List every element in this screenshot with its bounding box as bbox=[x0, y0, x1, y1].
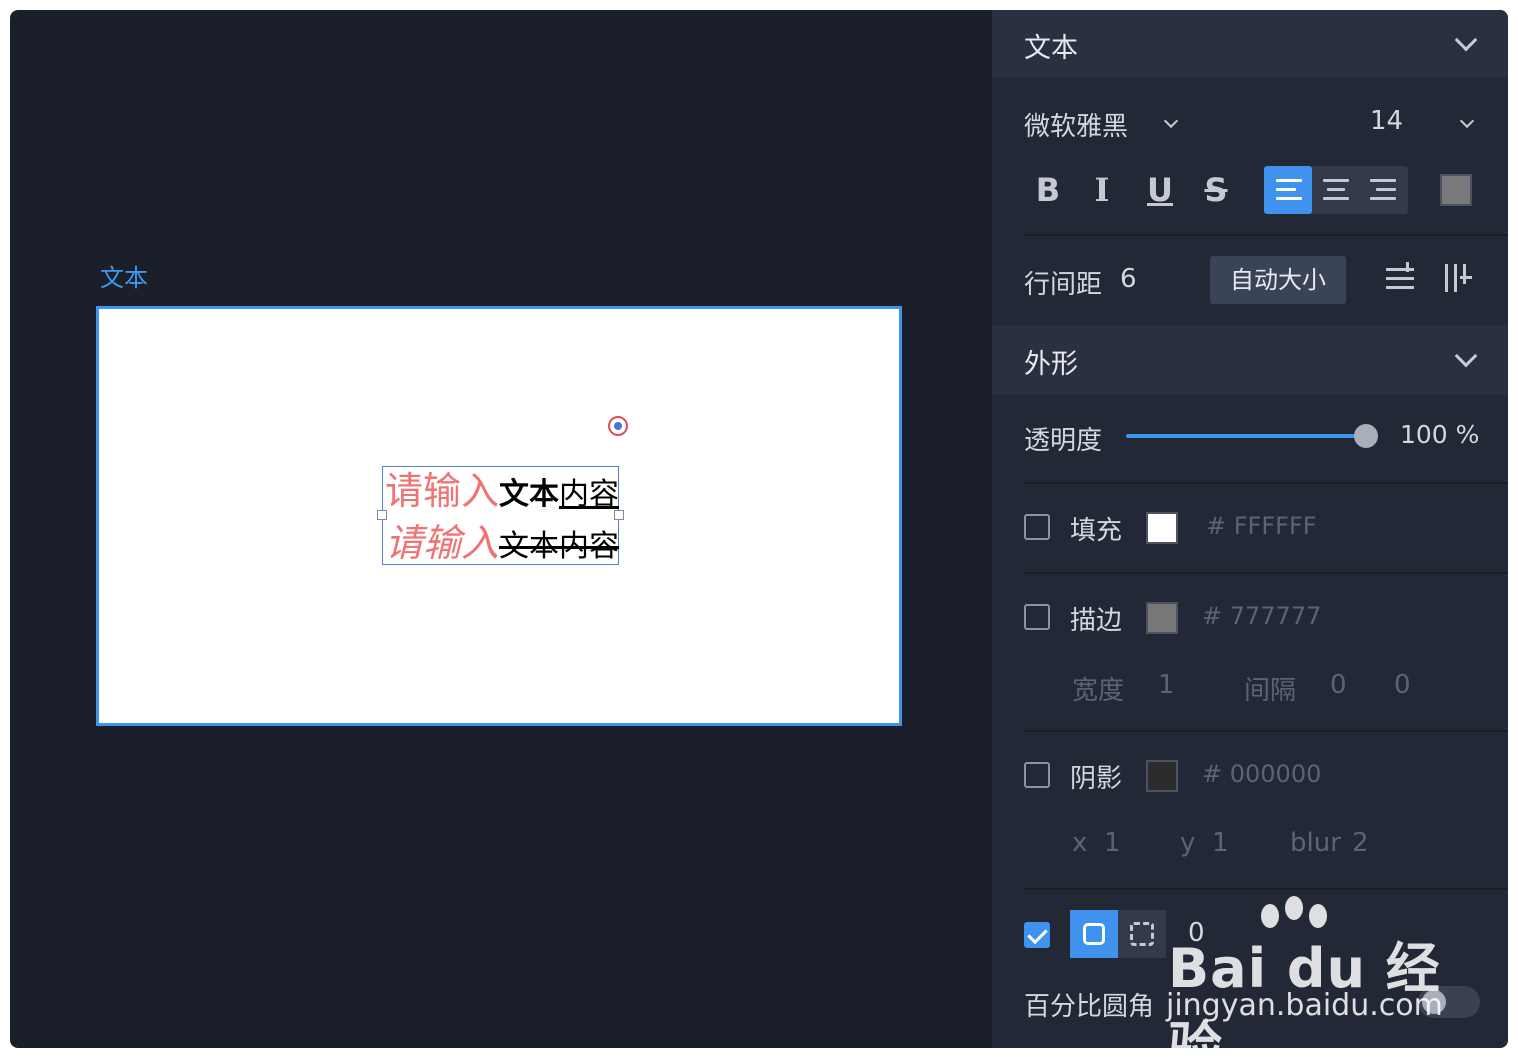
text-run-bold: 文本 bbox=[499, 477, 560, 512]
properties-panel: 文本 微软雅黑 14 B I U S 行间距 6 自动大小 外形 透明度 100… bbox=[992, 10, 1508, 1048]
stroke-hex-input[interactable]: # 777777 bbox=[1202, 602, 1321, 630]
auto-size-button[interactable]: 自动大小 bbox=[1210, 256, 1346, 304]
rotate-handle[interactable] bbox=[608, 416, 628, 436]
appearance-section-header[interactable]: 外形 bbox=[992, 326, 1508, 394]
stroke-color-swatch[interactable] bbox=[1146, 602, 1178, 634]
italic-button[interactable]: I bbox=[1082, 170, 1122, 210]
fill-label: 填充 bbox=[1070, 516, 1123, 546]
text-line-1: 请输入文本内容 bbox=[385, 469, 619, 517]
fill-hex-input[interactable]: # FFFFFF bbox=[1206, 512, 1317, 540]
chevron-down-icon[interactable] bbox=[1163, 113, 1179, 129]
divider bbox=[1024, 234, 1508, 236]
fill-checkbox[interactable] bbox=[1024, 514, 1050, 540]
independent-corner-button[interactable] bbox=[1118, 910, 1166, 958]
text-run-pink: 请输入 bbox=[385, 469, 500, 513]
shadow-blur-label: blur bbox=[1290, 828, 1341, 858]
text-run-strike: 文本内容 bbox=[499, 529, 620, 564]
stroke-gap-input-2[interactable]: 0 bbox=[1394, 670, 1411, 700]
text-run-underline: 内容 bbox=[559, 477, 620, 512]
resize-handle-left[interactable] bbox=[377, 510, 387, 520]
percent-radius-label: 百分比圆角 bbox=[1024, 992, 1155, 1022]
align-center-button[interactable] bbox=[1312, 166, 1360, 214]
radius-input[interactable]: 0 bbox=[1188, 918, 1205, 948]
text-align-group bbox=[1264, 166, 1408, 214]
font-family-select[interactable]: 微软雅黑 bbox=[1024, 106, 1128, 143]
radius-checkbox[interactable] bbox=[1024, 922, 1050, 948]
opacity-value: 100 % bbox=[1400, 420, 1480, 449]
strikethrough-button[interactable]: S bbox=[1196, 170, 1236, 210]
align-right-button[interactable] bbox=[1360, 166, 1408, 214]
canvas-element-label: 文本 bbox=[100, 264, 148, 292]
percent-radius-toggle[interactable] bbox=[1418, 986, 1480, 1018]
chevron-down-icon[interactable] bbox=[1459, 113, 1475, 129]
text-color-swatch[interactable] bbox=[1440, 174, 1472, 206]
font-size-select[interactable]: 14 bbox=[1370, 106, 1403, 136]
shadow-hex-input[interactable]: # 000000 bbox=[1202, 760, 1321, 788]
stroke-width-input[interactable]: 1 bbox=[1158, 670, 1175, 700]
divider bbox=[1024, 888, 1508, 890]
editor-window: 文本 请输入文本内容 请输入文本内容 文本 微软雅黑 14 B I U S 行间… bbox=[10, 10, 1508, 1048]
line-spacing-input[interactable]: 6 bbox=[1120, 264, 1137, 294]
letter-spacing-icon[interactable] bbox=[1442, 262, 1476, 296]
bold-button[interactable]: B bbox=[1028, 170, 1068, 210]
divider bbox=[1024, 730, 1508, 732]
opacity-slider-track[interactable] bbox=[1126, 434, 1366, 438]
divider bbox=[1024, 482, 1508, 484]
shadow-x-label: x bbox=[1072, 828, 1088, 858]
text-line-2: 请输入文本内容 bbox=[385, 521, 619, 569]
opacity-slider-thumb[interactable] bbox=[1354, 424, 1378, 448]
stroke-gap-input-1[interactable]: 0 bbox=[1330, 670, 1347, 700]
shadow-y-label: y bbox=[1180, 828, 1196, 858]
shadow-blur-input[interactable]: 2 bbox=[1352, 828, 1369, 858]
line-height-icon[interactable] bbox=[1384, 262, 1418, 296]
uniform-corner-button[interactable] bbox=[1070, 910, 1118, 958]
shadow-label: 阴影 bbox=[1070, 764, 1123, 794]
shadow-y-input[interactable]: 1 bbox=[1212, 828, 1229, 858]
shadow-checkbox[interactable] bbox=[1024, 762, 1050, 788]
stroke-label: 描边 bbox=[1070, 606, 1123, 636]
appearance-section-title: 外形 bbox=[1024, 349, 1078, 380]
stroke-gap-label: 间隔 bbox=[1244, 676, 1297, 706]
corner-mode-group bbox=[1070, 910, 1166, 958]
shadow-color-swatch[interactable] bbox=[1146, 760, 1178, 792]
text-run-pink-italic: 请输入 bbox=[385, 521, 500, 565]
text-element[interactable]: 请输入文本内容 请输入文本内容 bbox=[377, 466, 624, 565]
text-section-title: 文本 bbox=[1024, 33, 1078, 64]
text-section-header[interactable]: 文本 bbox=[992, 10, 1508, 78]
align-left-button[interactable] bbox=[1264, 166, 1312, 214]
underline-button[interactable]: U bbox=[1140, 170, 1180, 210]
resize-handle-right[interactable] bbox=[614, 510, 624, 520]
shadow-x-input[interactable]: 1 bbox=[1104, 828, 1121, 858]
stroke-checkbox[interactable] bbox=[1024, 604, 1050, 630]
fill-color-swatch[interactable] bbox=[1146, 512, 1178, 544]
stroke-width-label: 宽度 bbox=[1072, 676, 1125, 706]
chevron-down-icon[interactable] bbox=[1454, 344, 1478, 368]
divider bbox=[1024, 572, 1508, 574]
opacity-label: 透明度 bbox=[1024, 426, 1103, 456]
line-spacing-label: 行间距 bbox=[1024, 270, 1103, 300]
chevron-down-icon[interactable] bbox=[1454, 28, 1478, 52]
